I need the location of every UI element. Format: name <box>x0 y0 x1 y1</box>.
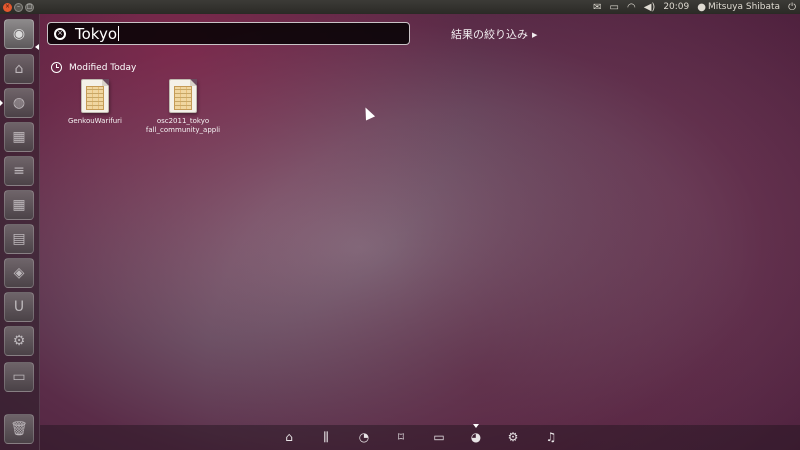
category-header: Modified Today <box>51 62 136 73</box>
user-icon: ● <box>697 1 706 13</box>
result-item[interactable]: GenkouWarifuri <box>50 79 140 126</box>
gear-icon: ⚙ <box>12 333 26 349</box>
close-window-button[interactable]: × <box>3 2 12 12</box>
launcher-firefox[interactable]: ◍ <box>4 88 34 118</box>
launcher-ubuntu-one[interactable]: U <box>4 292 34 322</box>
active-indicator-icon <box>35 44 39 50</box>
clock[interactable]: 20:09 <box>663 2 689 12</box>
calc-icon: ▦ <box>12 197 26 213</box>
launcher-trash[interactable]: 🗑 <box>4 414 34 444</box>
filter-results-toggle[interactable]: 結果の絞り込み ▶ <box>451 26 537 42</box>
dash-search-box[interactable]: × Tokyo <box>47 22 410 45</box>
writer-icon: ≡ <box>13 163 25 179</box>
music-lens-icon[interactable]: ♫ <box>543 430 559 444</box>
volume-icon[interactable]: ◀) <box>644 2 656 13</box>
category-label: Modified Today <box>69 62 137 73</box>
launcher-software-center[interactable]: ◈ <box>4 258 34 288</box>
launcher-workspaces[interactable]: ▦ <box>4 122 34 152</box>
terminal-icon: ▭ <box>12 369 26 385</box>
result-label: GenkouWarifuri <box>67 117 122 125</box>
minimize-window-button[interactable]: – <box>14 2 23 12</box>
launcher-impress[interactable]: ▤ <box>4 224 34 254</box>
ubuntu-logo-icon: ◉ <box>12 26 26 42</box>
launcher-home-folder[interactable]: ⌂ <box>4 54 34 84</box>
video-lens-icon[interactable]: ⚙ <box>505 430 521 444</box>
clock-icon <box>51 62 62 73</box>
impress-icon: ▤ <box>12 231 26 247</box>
indicator-area: ✉ ▭ ◠ ◀) 20:09 ● Mitsuya Shibata ⏻ <box>593 2 796 13</box>
result-label: osc2011_tokyo fall_community_appli <box>145 117 221 134</box>
result-item[interactable]: osc2011_tokyo fall_community_appli <box>138 79 228 135</box>
text-caret <box>118 26 119 41</box>
firefox-icon: ◍ <box>12 95 26 111</box>
active-lens-indicator-icon <box>473 424 479 428</box>
spreadsheet-file-icon <box>81 79 109 113</box>
battery-icon[interactable]: ▭ <box>610 2 619 13</box>
lens-bar <box>40 425 800 450</box>
spreadsheet-file-icon <box>169 79 197 113</box>
session-icon[interactable]: ⏻ <box>788 2 796 13</box>
bookmarks-lens-icon[interactable]: ⌑ <box>393 430 409 444</box>
username: Mitsuya Shibata <box>707 2 781 12</box>
mail-icon[interactable]: ✉ <box>593 2 601 13</box>
home-lens-icon[interactable]: ⌂ <box>281 430 297 444</box>
launcher-writer[interactable]: ≡ <box>4 156 34 186</box>
wifi-icon[interactable]: ◠ <box>627 2 636 13</box>
filter-results-label: 結果の絞り込み <box>451 28 528 41</box>
top-panel: × – □ ✉ ▭ ◠ ◀) 20:09 ● Mitsuya Shibata ⏻ <box>0 0 800 14</box>
launcher-system-settings[interactable]: ⚙ <box>4 326 34 356</box>
maximize-window-button[interactable]: □ <box>25 2 34 12</box>
ubuntu-one-icon: U <box>13 299 25 315</box>
launcher-terminal[interactable]: ▭ <box>4 362 34 392</box>
trash-icon: 🗑 <box>10 421 28 437</box>
clear-search-icon[interactable]: × <box>54 27 66 40</box>
launcher-dash-home[interactable]: ◉ <box>4 19 34 49</box>
launcher-calc[interactable]: ▦ <box>4 190 34 220</box>
window-controls: × – □ <box>3 2 34 12</box>
user-menu[interactable]: ● Mitsuya Shibata <box>697 2 780 13</box>
photos-lens-icon[interactable]: ◕ <box>468 430 484 444</box>
software-center-icon: ◈ <box>13 265 25 281</box>
launcher: ◉ ⌂ ◍ ▦ ≡ ▦ ▤ ◈ U ⚙ ▭ 🗑 <box>0 14 40 450</box>
search-input[interactable]: Tokyo <box>75 25 117 43</box>
social-lens-icon[interactable]: ◔ <box>356 430 372 444</box>
running-pip-icon <box>0 100 3 106</box>
files-lens-icon[interactable]: ▭ <box>431 430 447 444</box>
expand-arrow-icon: ▶ <box>532 31 538 39</box>
applications-lens-icon[interactable]: ⫼ <box>318 430 334 444</box>
folder-icon: ⌂ <box>14 61 24 77</box>
workspaces-icon: ▦ <box>12 129 26 145</box>
